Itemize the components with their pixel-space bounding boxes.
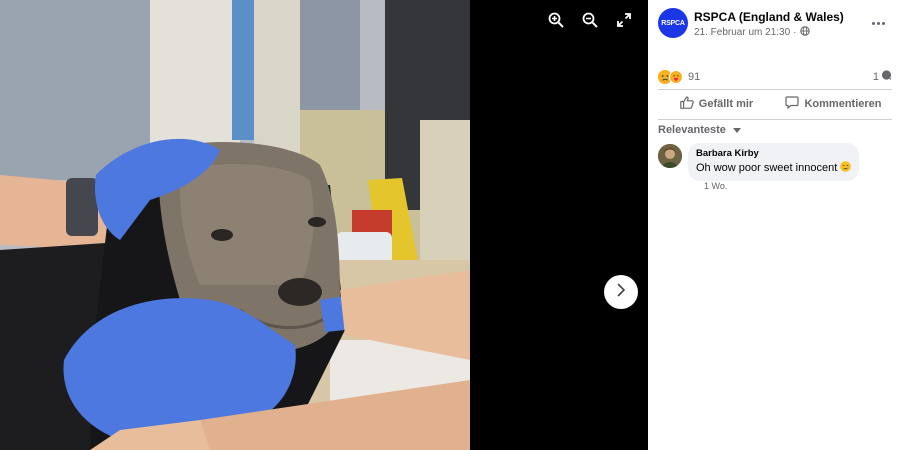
page-name-link[interactable]: RSPCA (England & Wales) [694, 10, 844, 24]
comment-button[interactable]: Kommentieren [775, 92, 892, 116]
commenter-avatar[interactable] [658, 144, 682, 168]
dot [876, 21, 880, 25]
divider [658, 89, 892, 90]
comment-bubble-icon [881, 70, 892, 84]
sort-label: Relevanteste [658, 124, 726, 136]
more-options-button[interactable] [868, 16, 888, 30]
divider [658, 119, 892, 120]
caret-down-icon [732, 127, 741, 133]
comment-timestamp[interactable]: 1 Wo. [704, 181, 727, 191]
post-header: RSPCA RSPCA (England & Wales) 21. Februa… [658, 8, 892, 42]
zoom-out-icon[interactable] [580, 10, 600, 30]
comment-bubble: Barbara Kirby Oh wow poor sweet innocent [688, 143, 860, 181]
reactions-summary[interactable]: 91 [658, 70, 700, 84]
post-side-panel: RSPCA RSPCA (England & Wales) 21. Februa… [648, 0, 900, 450]
post-photo [0, 0, 470, 450]
page-avatar[interactable]: RSPCA [658, 8, 688, 38]
care-reaction-icon [669, 70, 683, 84]
reaction-count: 91 [688, 71, 701, 83]
dot [871, 21, 875, 25]
meta-separator: · [793, 27, 797, 38]
comment-author[interactable]: Barbara Kirby [696, 148, 851, 159]
post-actions: Gefällt mir Kommentieren [658, 92, 892, 116]
comment-count-link[interactable]: 1 [873, 70, 892, 84]
thumbs-up-icon [679, 96, 694, 112]
next-photo-button[interactable] [604, 275, 638, 309]
comment-text: Oh wow poor sweet innocent [696, 162, 838, 174]
comment-sort-dropdown[interactable]: Relevanteste [658, 124, 741, 136]
crying-face-icon [840, 161, 852, 175]
chevron-right-icon [615, 282, 627, 302]
fullscreen-icon[interactable] [614, 10, 634, 30]
comment-count: 1 [872, 71, 879, 83]
comment-text-row: Oh wow poor sweet innocent [696, 161, 852, 175]
viewer-toolbar [546, 10, 634, 30]
like-button[interactable]: Gefällt mir [658, 92, 775, 116]
avatar-logo-text: RSPCA [661, 19, 685, 27]
like-label: Gefällt mir [698, 98, 754, 110]
zoom-in-icon[interactable] [546, 10, 566, 30]
dot [881, 21, 885, 25]
post-meta: 21. Februar um 21:30 · [694, 26, 810, 39]
photo-viewer [0, 0, 648, 450]
globe-icon [799, 26, 810, 39]
post-date[interactable]: 21. Februar um 21:30 [694, 27, 790, 38]
comment-icon [785, 96, 800, 112]
comment-label: Kommentieren [804, 98, 882, 110]
